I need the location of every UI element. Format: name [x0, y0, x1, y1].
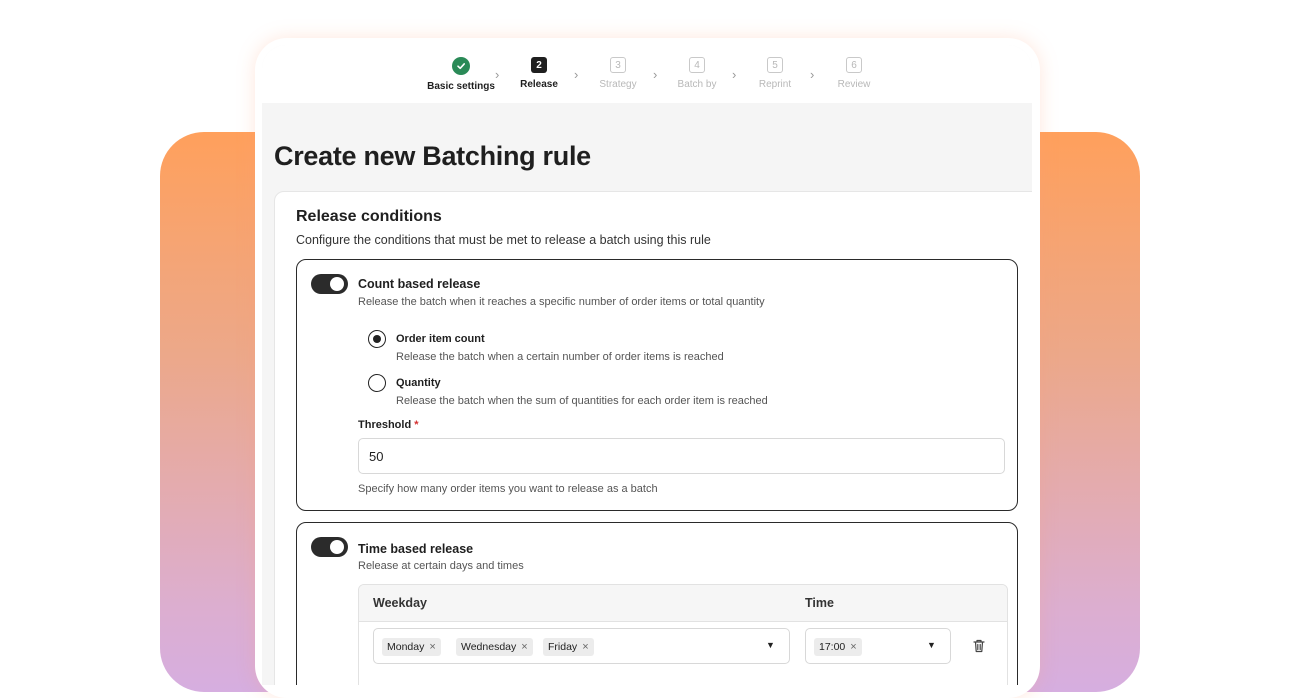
step-label: Batch by [677, 79, 717, 90]
schedule-table-header: Weekday Time [359, 585, 1007, 622]
toggle-knob [330, 277, 344, 291]
weekday-chip: Monday × [382, 638, 441, 656]
threshold-label-text: Threshold [358, 419, 412, 431]
step-number: 6 [846, 57, 862, 73]
step-batch-by[interactable]: 4 Batch by [652, 57, 742, 90]
count-release-description: Release the batch when it reaches a spec… [358, 296, 765, 308]
count-release-panel: Count based release Release the batch wh… [296, 259, 1018, 511]
step-strategy[interactable]: 3 Strategy [573, 57, 663, 90]
count-release-toggle[interactable] [311, 274, 348, 294]
time-release-toggle[interactable] [311, 537, 348, 557]
required-mark: * [414, 419, 419, 431]
time-chip: 17:00 × [814, 638, 862, 656]
step-number: 5 [767, 57, 783, 73]
toggle-knob [330, 540, 344, 554]
page-title: Create new Batching rule [274, 141, 591, 171]
check-icon [452, 57, 470, 75]
chevron-down-icon: ▼ [927, 640, 936, 650]
time-select[interactable]: 17:00 × ▼ [805, 628, 951, 664]
threshold-helper: Specify how many order items you want to… [358, 483, 658, 495]
section-title: Release conditions [296, 208, 442, 225]
order-item-count-radio[interactable] [368, 330, 386, 348]
count-release-title: Count based release [358, 277, 481, 291]
close-icon[interactable]: × [521, 641, 527, 653]
threshold-label: Threshold * [358, 419, 419, 431]
close-icon[interactable]: × [850, 641, 856, 653]
section-subtitle: Configure the conditions that must be me… [296, 233, 711, 247]
step-basic-settings[interactable]: Basic settings [416, 57, 506, 92]
app-screen: Basic settings › 2 Release › 3 Strategy … [262, 45, 1032, 685]
chip-label: Wednesday [461, 641, 517, 653]
step-number: 3 [610, 57, 626, 73]
threshold-input[interactable] [358, 438, 1005, 474]
quantity-radio[interactable] [368, 374, 386, 392]
time-release-title: Time based release [358, 542, 474, 556]
step-number: 2 [531, 57, 547, 73]
time-column-header: Time [805, 596, 834, 610]
close-icon[interactable]: × [429, 641, 435, 653]
weekday-column-header: Weekday [373, 596, 427, 610]
close-icon[interactable]: × [582, 641, 588, 653]
radio-description: Release the batch when the sum of quanti… [396, 395, 768, 407]
step-release[interactable]: 2 Release [494, 57, 584, 90]
time-release-description: Release at certain days and times [358, 560, 524, 572]
chip-label: Friday [548, 641, 578, 653]
trash-icon[interactable] [971, 638, 987, 654]
stepper: Basic settings › 2 Release › 3 Strategy … [262, 45, 1032, 103]
step-number: 4 [689, 57, 705, 73]
step-label: Release [520, 79, 558, 90]
chip-label: Monday [387, 641, 425, 653]
release-conditions-card: Release conditions Configure the conditi… [274, 191, 1032, 685]
weekday-chip: Friday × [543, 638, 594, 656]
weekday-chip: Wednesday × [456, 638, 533, 656]
schedule-table: Weekday Time Monday × Wednesday × Friday… [358, 584, 1008, 685]
step-reprint[interactable]: 5 Reprint [730, 57, 820, 90]
weekday-select[interactable]: Monday × Wednesday × Friday × ▼ [373, 628, 790, 664]
step-review[interactable]: 6 Review [809, 57, 899, 90]
radio-description: Release the batch when a certain number … [396, 351, 724, 363]
radio-label: Quantity [396, 377, 441, 389]
time-release-panel: Time based release Release at certain da… [296, 522, 1018, 685]
step-label: Review [837, 79, 871, 90]
chevron-down-icon: ▼ [766, 640, 775, 650]
step-label: Strategy [599, 79, 637, 90]
step-label: Reprint [758, 79, 792, 90]
chip-label: 17:00 [819, 641, 846, 653]
radio-label: Order item count [396, 333, 485, 345]
step-label: Basic settings [427, 81, 495, 92]
